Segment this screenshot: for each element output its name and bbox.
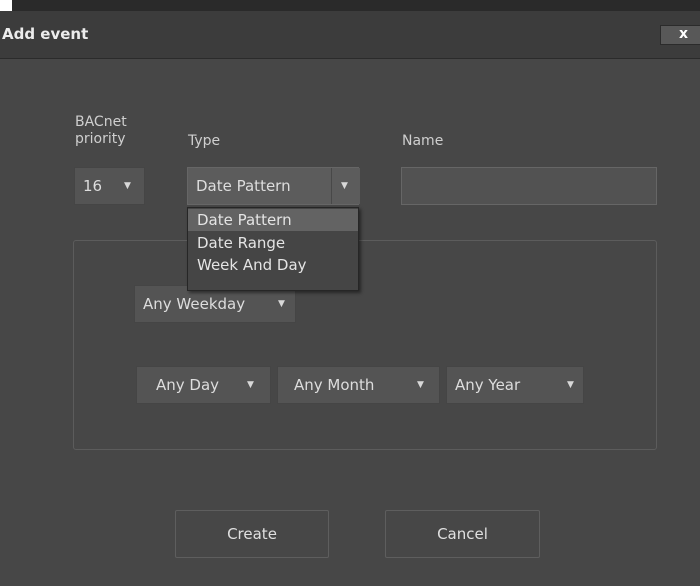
- bacnet-priority-label: BACnet priority: [75, 114, 127, 147]
- weekday-select-value: Any Weekday: [143, 295, 246, 313]
- chevron-down-icon: ▼: [124, 181, 131, 191]
- type-option-date-range[interactable]: Date Range: [188, 232, 358, 254]
- priority-select-value: 16: [83, 177, 103, 195]
- cancel-button[interactable]: Cancel: [385, 510, 540, 558]
- type-label: Type: [188, 133, 221, 149]
- chevron-down-icon: ▼: [278, 299, 285, 309]
- type-select[interactable]: Date Pattern ▼: [187, 167, 360, 205]
- name-field[interactable]: [401, 167, 657, 205]
- chevron-down-icon: ▼: [567, 380, 574, 390]
- type-option-date-pattern[interactable]: Date Pattern: [188, 209, 358, 231]
- month-select[interactable]: Any Month ▼: [277, 366, 440, 404]
- dialog-title: Add event: [2, 25, 89, 43]
- type-option-week-and-day[interactable]: Week And Day: [188, 254, 358, 276]
- create-button[interactable]: Create: [175, 510, 329, 558]
- type-select-toggle[interactable]: ▼: [331, 168, 360, 204]
- dialog-titlebar[interactable]: Add event x: [0, 11, 700, 59]
- close-button[interactable]: x: [660, 25, 700, 45]
- background-window-strip: [0, 0, 700, 11]
- name-label: Name: [402, 133, 444, 149]
- chevron-down-icon: ▼: [341, 181, 348, 191]
- add-event-dialog: Add event x BACnet priority Type Name 16…: [0, 11, 700, 586]
- priority-select[interactable]: 16 ▼: [74, 167, 145, 205]
- day-select[interactable]: Any Day ▼: [136, 366, 271, 404]
- month-select-value: Any Month: [294, 376, 375, 394]
- type-dropdown-list: Date Pattern Date Range Week And Day: [187, 207, 359, 291]
- year-select[interactable]: Any Year ▼: [446, 366, 584, 404]
- date-pattern-group: [73, 240, 657, 450]
- close-icon: x: [678, 26, 689, 42]
- type-select-value: Date Pattern: [196, 177, 291, 195]
- chevron-down-icon: ▼: [247, 380, 254, 390]
- chevron-down-icon: ▼: [417, 380, 424, 390]
- day-select-value: Any Day: [156, 376, 220, 394]
- year-select-value: Any Year: [455, 376, 521, 394]
